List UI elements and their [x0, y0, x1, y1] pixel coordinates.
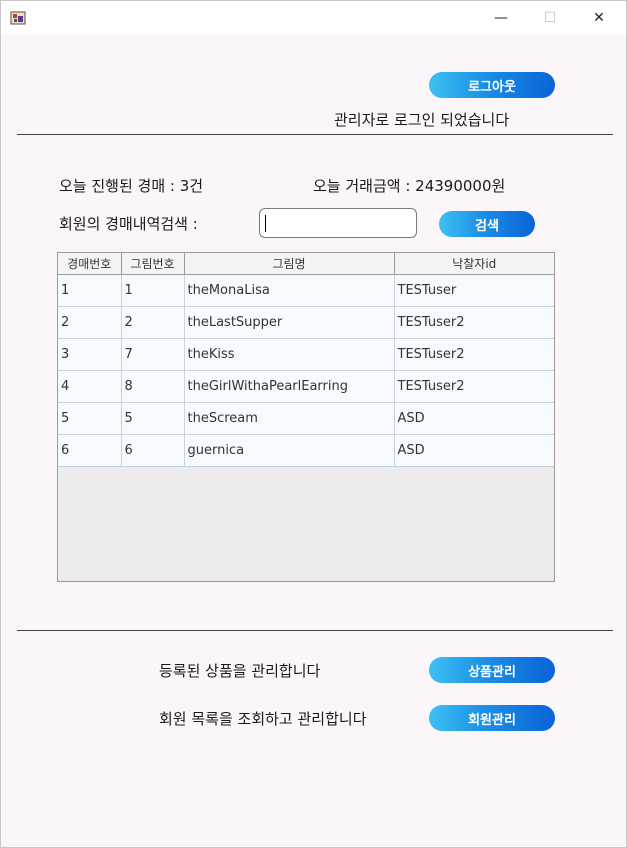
- cell-painting-no[interactable]: 7: [121, 338, 185, 371]
- cell-winner-id[interactable]: TESTuser2: [394, 338, 554, 371]
- cell-painting-no[interactable]: 8: [121, 370, 185, 403]
- bottom-divider: [17, 630, 613, 631]
- column-header-painting-no[interactable]: 그림번호: [121, 253, 185, 275]
- app-window: — ☐ ✕ 로그아웃 관리자로 로그인 되었습니다 오늘 진행된 경매 : 3건…: [0, 0, 627, 848]
- cell-painting-no[interactable]: 6: [121, 434, 185, 467]
- cell-painting-name[interactable]: theGirlWithaPearlEarring: [184, 370, 395, 403]
- cell-auction-no[interactable]: 6: [58, 434, 122, 467]
- cell-painting-no[interactable]: 5: [121, 402, 185, 435]
- table-header-row: 경매번호 그림번호 그림명 낙찰자id: [58, 253, 554, 275]
- cell-winner-id[interactable]: TESTuser: [394, 274, 554, 307]
- table-row[interactable]: 1 1 theMonaLisa TESTuser: [58, 274, 554, 307]
- table-row[interactable]: 5 5 theScream ASD: [58, 402, 554, 435]
- cell-painting-no[interactable]: 2: [121, 306, 185, 339]
- member-search-input[interactable]: [259, 208, 417, 238]
- cell-painting-name[interactable]: guernica: [184, 434, 395, 467]
- title-bar: — ☐ ✕: [1, 1, 626, 35]
- top-divider: [17, 134, 613, 135]
- maximize-button[interactable]: ☐: [527, 1, 573, 35]
- cell-auction-no[interactable]: 1: [58, 274, 122, 307]
- product-manage-button[interactable]: 상품관리: [429, 657, 555, 683]
- member-manage-button[interactable]: 회원관리: [429, 705, 555, 731]
- cell-painting-name[interactable]: theScream: [184, 402, 395, 435]
- cell-painting-no[interactable]: 1: [121, 274, 185, 307]
- cell-winner-id[interactable]: TESTuser2: [394, 306, 554, 339]
- table-row[interactable]: 4 8 theGirlWithaPearlEarring TESTuser2: [58, 370, 554, 403]
- java-app-icon: [10, 11, 26, 25]
- cell-winner-id[interactable]: TESTuser2: [394, 370, 554, 403]
- logout-button[interactable]: 로그아웃: [429, 72, 555, 98]
- column-header-auction-no[interactable]: 경매번호: [58, 253, 122, 275]
- auction-table[interactable]: 경매번호 그림번호 그림명 낙찰자id 1 1 theMonaLisa TEST…: [57, 252, 555, 582]
- text-caret: [265, 215, 266, 232]
- member-manage-text: 회원 목록을 조회하고 관리합니다: [159, 710, 367, 728]
- table-row[interactable]: 3 7 theKiss TESTuser2: [58, 338, 554, 371]
- search-button[interactable]: 검색: [439, 211, 535, 237]
- auction-count-text: 오늘 진행된 경매 : 3건: [59, 177, 204, 195]
- cell-painting-name[interactable]: theMonaLisa: [184, 274, 395, 307]
- cell-auction-no[interactable]: 4: [58, 370, 122, 403]
- cell-painting-name[interactable]: theLastSupper: [184, 306, 395, 339]
- column-header-winner-id[interactable]: 낙찰자id: [394, 253, 554, 275]
- cell-auction-no[interactable]: 2: [58, 306, 122, 339]
- column-header-painting-name[interactable]: 그림명: [184, 253, 395, 275]
- search-label: 회원의 경매내역검색 :: [59, 215, 198, 233]
- product-manage-text: 등록된 상품을 관리합니다: [159, 662, 321, 680]
- close-button[interactable]: ✕: [576, 1, 622, 35]
- cell-auction-no[interactable]: 3: [58, 338, 122, 371]
- trade-amount-text: 오늘 거래금액 : 24390000원: [313, 177, 506, 195]
- minimize-button[interactable]: —: [478, 1, 524, 35]
- cell-painting-name[interactable]: theKiss: [184, 338, 395, 371]
- cell-winner-id[interactable]: ASD: [394, 402, 554, 435]
- cell-auction-no[interactable]: 5: [58, 402, 122, 435]
- cell-winner-id[interactable]: ASD: [394, 434, 554, 467]
- table-row[interactable]: 6 6 guernica ASD: [58, 434, 554, 467]
- login-status-text: 관리자로 로그인 되었습니다: [334, 111, 510, 129]
- table-row[interactable]: 2 2 theLastSupper TESTuser2: [58, 306, 554, 339]
